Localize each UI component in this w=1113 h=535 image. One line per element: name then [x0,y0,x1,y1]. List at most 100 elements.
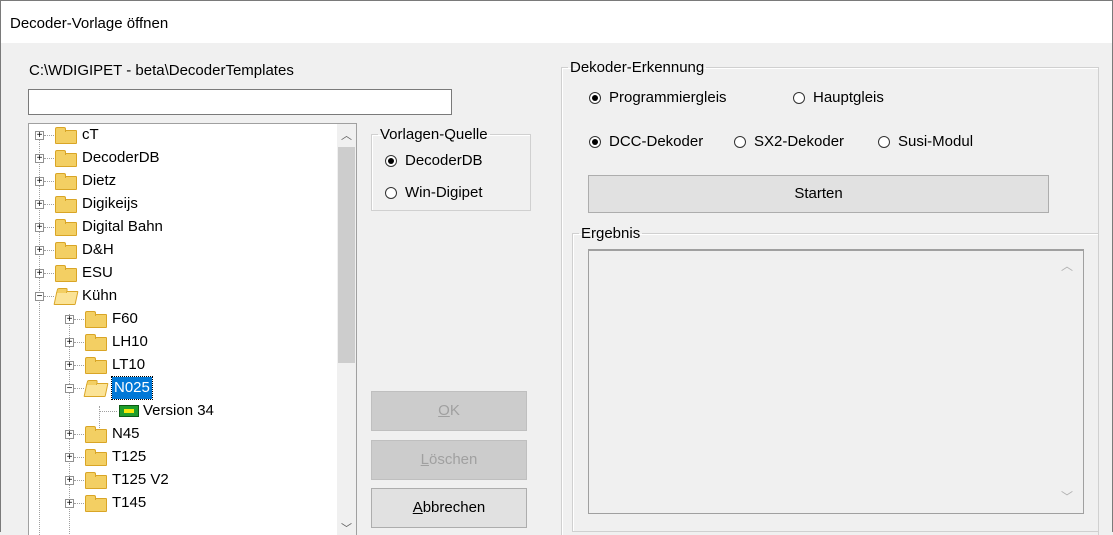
tree-item-ct[interactable]: + cT [29,124,329,146]
expand-icon[interactable]: + [65,361,74,371]
detection-group-legend: Dekoder-Erkennung [570,59,705,76]
title-bar: Decoder-Vorlage öffnen [1,1,1112,43]
tree-item-label: N45 [112,425,140,442]
tree-item-label: T125 V2 [112,471,169,488]
scroll-up-icon[interactable]: ︿ [337,127,356,143]
tree-item-lh10[interactable]: + LH10 [59,331,329,353]
folder-icon [85,495,107,512]
folder-icon [85,357,107,374]
radio-selected-icon [385,155,397,167]
expand-icon[interactable]: + [65,430,74,440]
radio-label: DecoderDB [405,152,483,169]
template-name-input[interactable] [28,89,452,115]
window-title: Decoder-Vorlage öffnen [10,15,169,32]
expand-icon[interactable]: + [35,131,44,141]
tree-item-label: Dietz [82,172,117,189]
radio-label: DCC-Dekoder [609,133,704,150]
ok-button[interactable]: OK [371,391,527,431]
tree-item-label: Kühn [82,287,118,304]
tree-item-version-34[interactable]: Version 34 [99,400,329,422]
delete-button[interactable]: Löschen [371,440,527,480]
expand-icon[interactable]: + [35,269,44,279]
radio-label: SX2-Dekoder [754,133,845,150]
tree-item-dietz[interactable]: + Dietz [29,170,329,192]
tree-item-label: DecoderDB [82,149,160,166]
tree-item-label: T145 [112,494,147,511]
tree-item-label: LT10 [112,356,146,373]
folder-icon [55,196,77,213]
tree-item-label: Digikeijs [82,195,138,212]
collapse-icon[interactable]: − [65,384,74,394]
tree-item-label: Digital Bahn [82,218,163,235]
tree-item-t145[interactable]: + T145 [59,492,329,514]
radio-selected-icon [589,92,601,104]
radio-unselected-icon [734,136,746,148]
decoder-chip-icon [119,405,139,417]
folder-icon [55,173,77,190]
radio-label: Hauptgleis [813,89,884,106]
tree-item-label: LH10 [112,333,148,350]
tree-item-label: T125 [112,448,147,465]
folder-icon [55,127,77,144]
folder-icon [55,242,77,259]
expand-icon[interactable]: + [35,154,44,164]
tree-item-kuehn[interactable]: − Kühn [29,285,329,307]
scroll-down-icon[interactable]: ﹀ [1061,488,1073,505]
open-folder-icon [53,291,79,305]
tree-scrollbar[interactable]: ︿ ﹀ [337,124,356,535]
folder-icon [85,449,107,466]
tree-item-t125[interactable]: + T125 [59,446,329,468]
tree-item-digital-bahn[interactable]: + Digital Bahn [29,216,329,238]
expand-icon[interactable]: + [65,338,74,348]
tree-item-t125-v2[interactable]: + T125 V2 [59,469,329,491]
radio-unselected-icon [878,136,890,148]
folder-icon [85,334,107,351]
tree-item-dh[interactable]: + D&H [29,239,329,261]
tree-item-decoderdb[interactable]: + DecoderDB [29,147,329,169]
scroll-up-icon[interactable]: ︿ [1061,257,1073,274]
expand-icon[interactable]: + [35,200,44,210]
path-label: C:\WDIGIPET - beta\DecoderTemplates [29,62,294,79]
radio-label: Programmiergleis [609,89,727,106]
tree-item-f60[interactable]: + F60 [59,308,329,330]
expand-icon[interactable]: + [65,453,74,463]
tree-item-label: D&H [82,241,114,258]
tree-item-label: ESU [82,264,113,281]
scrollbar-thumb[interactable] [338,147,355,363]
tree-item-n025[interactable]: − N025 [59,376,329,400]
folder-icon [55,219,77,236]
template-tree[interactable]: + cT + DecoderDB + Dietz + Digikeijs + D… [28,123,357,535]
tree-item-digikeijs[interactable]: + Digikeijs [29,193,329,215]
source-group-legend: Vorlagen-Quelle [380,126,488,143]
expand-icon[interactable]: + [35,177,44,187]
radio-unselected-icon [385,187,397,199]
radio-unselected-icon [793,92,805,104]
folder-icon [85,311,107,328]
expand-icon[interactable]: + [65,499,74,509]
collapse-icon[interactable]: − [35,292,44,302]
radio-selected-icon [589,136,601,148]
dialog-window: Decoder-Vorlage öffnen C:\WDIGIPET - bet… [0,0,1113,535]
folder-icon [85,472,107,489]
folder-icon [55,150,77,167]
tree-item-label: F60 [112,310,138,327]
tree-item-label: cT [82,126,99,143]
result-group-legend: Ergebnis [581,225,641,242]
tree-item-n45[interactable]: + N45 [59,423,329,445]
tree-item-label-selected: N025 [111,376,153,400]
tree-item-lt10[interactable]: + LT10 [59,354,329,376]
result-textarea[interactable]: ︿ ﹀ [588,249,1084,514]
tree-item-esu[interactable]: + ESU [29,262,329,284]
cancel-button[interactable]: Abbrechen [371,488,527,528]
start-button[interactable]: Starten [588,175,1049,213]
expand-icon[interactable]: + [35,246,44,256]
expand-icon[interactable]: + [65,315,74,325]
folder-icon [85,426,107,443]
radio-label: Win-Digipet [405,184,483,201]
radio-label: Susi-Modul [898,133,974,150]
expand-icon[interactable]: + [65,476,74,486]
open-folder-icon [83,383,109,397]
tree-item-label: Version 34 [143,402,214,419]
expand-icon[interactable]: + [35,223,44,233]
folder-icon [55,265,77,282]
